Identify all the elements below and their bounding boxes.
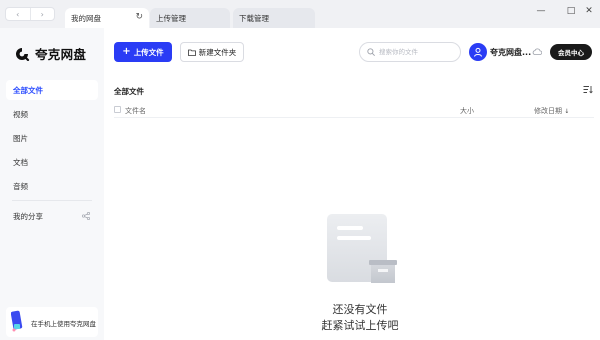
app-name: 夸克网盘 — [35, 47, 87, 62]
refresh-icon[interactable]: ↻ — [135, 13, 143, 22]
sidebar-item-label: 视频 — [13, 109, 28, 119]
tab-upload-manager[interactable]: 上传管理 — [150, 8, 230, 28]
search-box[interactable] — [359, 42, 461, 62]
sort-icon[interactable] — [583, 85, 593, 94]
folder-icon — [187, 49, 196, 56]
avatar-icon — [474, 47, 482, 57]
username[interactable]: 夸克网盘... — [490, 47, 531, 58]
tab-label: 我的网盘 — [71, 13, 101, 23]
search-icon — [367, 48, 375, 56]
sidebar-item-all-files[interactable]: 全部文件 — [6, 80, 98, 100]
column-header-modified[interactable]: 修改日期 ↓ — [534, 106, 569, 116]
upload-button[interactable]: + 上传文件 — [114, 42, 172, 62]
upload-label: 上传文件 — [133, 47, 164, 57]
tab-label: 下载管理 — [239, 13, 269, 23]
new-folder-button[interactable]: 新建文件夹 — [180, 42, 244, 62]
new-folder-label: 新建文件夹 — [198, 47, 237, 57]
vip-center-button[interactable]: 会员中心 — [550, 44, 592, 60]
sort-desc-icon: ↓ — [564, 108, 570, 115]
sidebar-item-images[interactable]: 图片 — [6, 128, 98, 148]
promo-text: 在手机上使用夸克网盘 — [31, 320, 96, 328]
avatar[interactable] — [469, 43, 487, 61]
sidebar-item-label: 文档 — [13, 157, 28, 167]
tab-my-drive[interactable]: 我的网盘 ↻ — [65, 8, 149, 28]
column-header-name[interactable]: 文件名 — [125, 106, 146, 116]
plus-icon: + — [122, 46, 131, 57]
empty-state-title: 还没有文件 — [332, 303, 388, 316]
forward-icon[interactable]: › — [29, 8, 55, 20]
empty-state-subtitle: 赶紧试试上传吧 — [321, 319, 399, 332]
empty-folder-illustration — [327, 214, 397, 283]
minimize-icon[interactable]: — — [534, 5, 548, 17]
mobile-promo[interactable]: 在手机上使用夸克网盘 — [6, 307, 98, 337]
share-icon — [82, 212, 90, 220]
file-table-header: 文件名 大小 修改日期 ↓ — [114, 104, 594, 118]
sidebar-item-audio[interactable]: 音频 — [6, 176, 98, 196]
sidebar-item-label: 音频 — [13, 181, 28, 191]
logo-icon — [16, 47, 30, 61]
close-icon[interactable]: ✕ — [582, 5, 596, 17]
history-nav: ‹ › — [5, 7, 55, 21]
vip-label: 会员中心 — [558, 49, 584, 57]
sidebar-item-documents[interactable]: 文档 — [6, 152, 98, 172]
tab-label: 上传管理 — [156, 13, 186, 23]
phone-icon — [11, 310, 23, 332]
tab-download-manager[interactable]: 下载管理 — [233, 8, 315, 28]
search-input[interactable] — [379, 48, 459, 56]
cloud-icon — [532, 48, 542, 55]
select-all-checkbox[interactable] — [114, 106, 121, 113]
back-icon[interactable]: ‹ — [6, 8, 30, 20]
title-bar: ‹ › 我的网盘 ↻ 上传管理 下载管理 — □ ✕ — [0, 0, 600, 28]
sidebar-item-my-shares[interactable]: 我的分享 — [6, 206, 98, 226]
sidebar: 夸克网盘 全部文件 视频 图片 文档 音频 我的分享 在手机上使用夸克网盘 — [0, 28, 104, 340]
sidebar-item-label: 我的分享 — [13, 211, 43, 221]
maximize-icon[interactable]: □ — [564, 5, 578, 17]
breadcrumb: 全部文件 — [114, 87, 144, 96]
app-logo: 夸克网盘 — [14, 44, 86, 63]
column-header-size[interactable]: 大小 — [460, 106, 474, 116]
sidebar-item-label: 全部文件 — [13, 85, 43, 95]
sidebar-divider — [12, 200, 92, 201]
column-header-modified-label: 修改日期 — [534, 107, 562, 115]
sidebar-item-label: 图片 — [13, 133, 28, 143]
sidebar-item-videos[interactable]: 视频 — [6, 104, 98, 124]
